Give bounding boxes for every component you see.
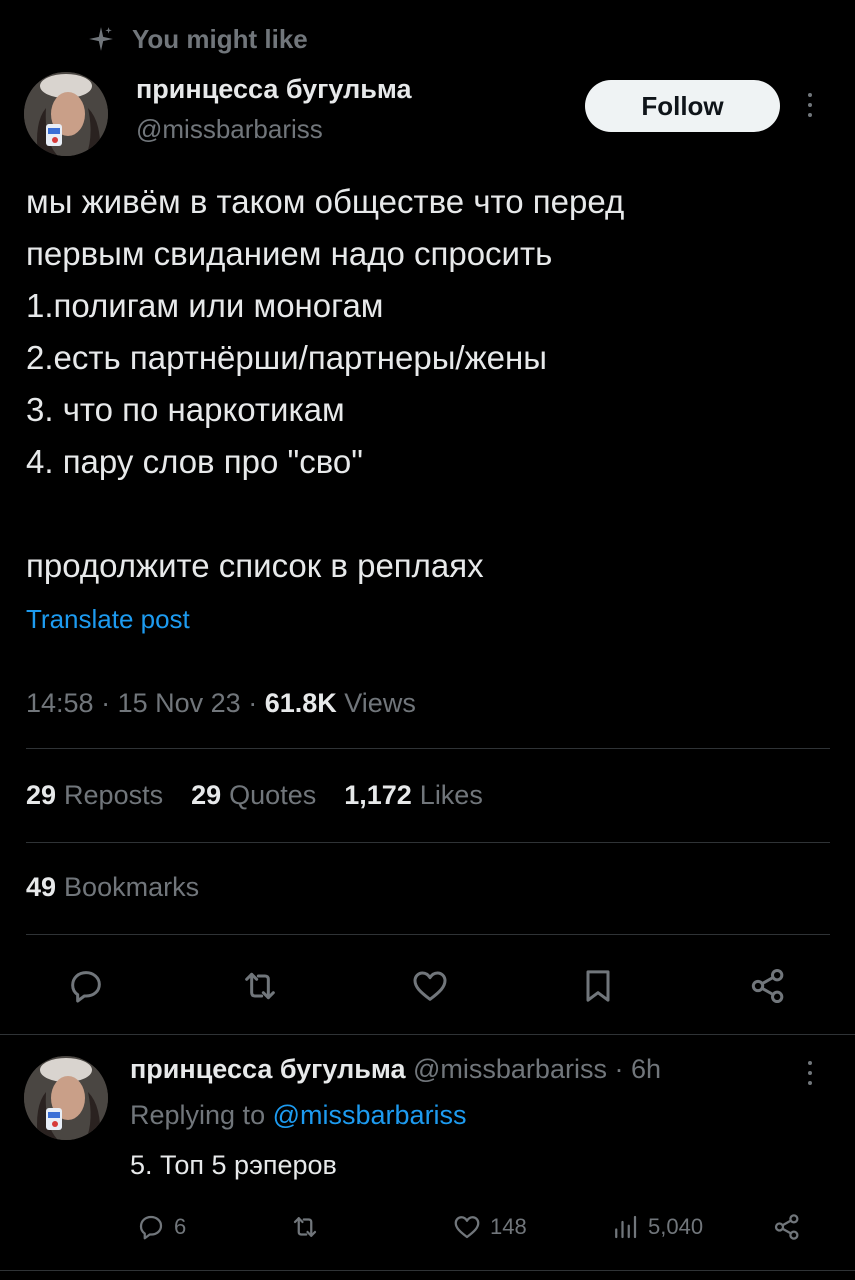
reply-like-count: 148 [490, 1214, 527, 1239]
reposts-label: Reposts [64, 780, 164, 810]
reply-view-count: 5,040 [648, 1214, 704, 1239]
reply-author-handle[interactable]: @missbarbariss [413, 1054, 607, 1084]
share-button[interactable] [748, 966, 788, 1006]
reposts-count: 29 [26, 780, 57, 810]
meta-separator: · [614, 1054, 631, 1084]
views-count: 61.8K [264, 688, 337, 718]
likes-label: Likes [419, 780, 483, 810]
avatar[interactable] [24, 72, 108, 156]
bookmarks-count: 49 [26, 872, 57, 902]
reply-repost-button[interactable] [290, 1212, 320, 1242]
divider [0, 1034, 855, 1035]
divider [0, 1270, 855, 1271]
bookmarks-label: Bookmarks [64, 872, 200, 902]
likes-stat[interactable]: 1,172 Likes [344, 780, 483, 811]
author-name[interactable]: принцесса бугульма [136, 74, 411, 105]
reply-text: 5. Топ 5 рэперов [130, 1150, 337, 1180]
reply-reply-button[interactable]: 6 [136, 1212, 186, 1242]
post-text-line: 1.полигам или моногам [26, 287, 384, 324]
translate-post-link[interactable]: Translate post [26, 604, 190, 635]
reply-time[interactable]: 6h [631, 1054, 661, 1084]
reply-avatar[interactable] [24, 1056, 108, 1140]
post-text-line [26, 488, 826, 540]
views-icon [615, 1215, 637, 1239]
more-options-icon[interactable] [808, 93, 812, 117]
share-icon [751, 969, 784, 1003]
replying-to-handle[interactable]: @missbarbariss [273, 1100, 467, 1130]
reposts-stat[interactable]: 29 Reposts [26, 780, 163, 811]
post-meta: 14:58 · 15 Nov 23 · 61.8K Views [26, 688, 416, 719]
post-text-line: продолжите список в реплаях [26, 547, 484, 584]
like-button[interactable] [410, 966, 450, 1006]
post-date[interactable]: 15 Nov 23 [118, 688, 241, 718]
quotes-stat[interactable]: 29 Quotes [191, 780, 316, 811]
reply-like-button[interactable]: 148 [452, 1212, 527, 1242]
post-text-line: 3. что по наркотикам [26, 391, 345, 428]
reply-icon [71, 971, 101, 1003]
meta-separator: · [101, 688, 118, 718]
divider [26, 842, 830, 843]
quotes-label: Quotes [229, 780, 317, 810]
bookmarks-stat: 49 Bookmarks [26, 872, 199, 903]
bookmark-button[interactable] [578, 966, 618, 1006]
like-icon [413, 971, 447, 1001]
repost-icon [293, 1217, 317, 1237]
post-text-line: мы живём в таком обществе что перед [26, 183, 625, 220]
like-icon [454, 1216, 480, 1239]
follow-button[interactable]: Follow [585, 80, 780, 132]
reply-header: принцесса бугульма @missbarbariss · 6h [130, 1054, 661, 1085]
context-label: You might like [132, 23, 308, 54]
quotes-count: 29 [191, 780, 222, 810]
post-text-line: первым свиданием надо спросить [26, 235, 553, 272]
divider [26, 748, 830, 749]
repost-icon [245, 972, 275, 1000]
replying-to: Replying to @missbarbariss [130, 1100, 467, 1131]
replying-to-label: Replying to [130, 1100, 266, 1130]
meta-separator: · [248, 688, 265, 718]
post-text-line: 4. пару слов про "сво" [26, 443, 363, 480]
engagement-stats: 29 Reposts 29 Quotes 1,172 Likes [26, 780, 483, 811]
author-handle[interactable]: @missbarbariss [136, 114, 323, 145]
post-time[interactable]: 14:58 [26, 688, 94, 718]
you-might-like-header: You might like [88, 22, 308, 56]
repost-button[interactable] [240, 966, 280, 1006]
sparkle-icon [89, 27, 113, 51]
reply-more-options-icon[interactable] [808, 1061, 812, 1085]
post-text-line: 2.есть партнёрши/партнеры/жены [26, 339, 547, 376]
likes-count: 1,172 [344, 780, 412, 810]
reply-icon [139, 1215, 163, 1240]
reply-share-button[interactable] [772, 1212, 802, 1242]
share-icon [774, 1214, 799, 1240]
divider [26, 934, 830, 935]
reply-views-button[interactable]: 5,040 [610, 1212, 703, 1242]
reply-count: 6 [174, 1214, 187, 1239]
views-label: Views [344, 688, 416, 718]
reply-button[interactable] [66, 966, 106, 1006]
reply-author-name[interactable]: принцесса бугульма [130, 1054, 405, 1084]
bookmark-icon [586, 970, 610, 1002]
post-text: мы живём в таком обществе что перед перв… [26, 176, 826, 592]
